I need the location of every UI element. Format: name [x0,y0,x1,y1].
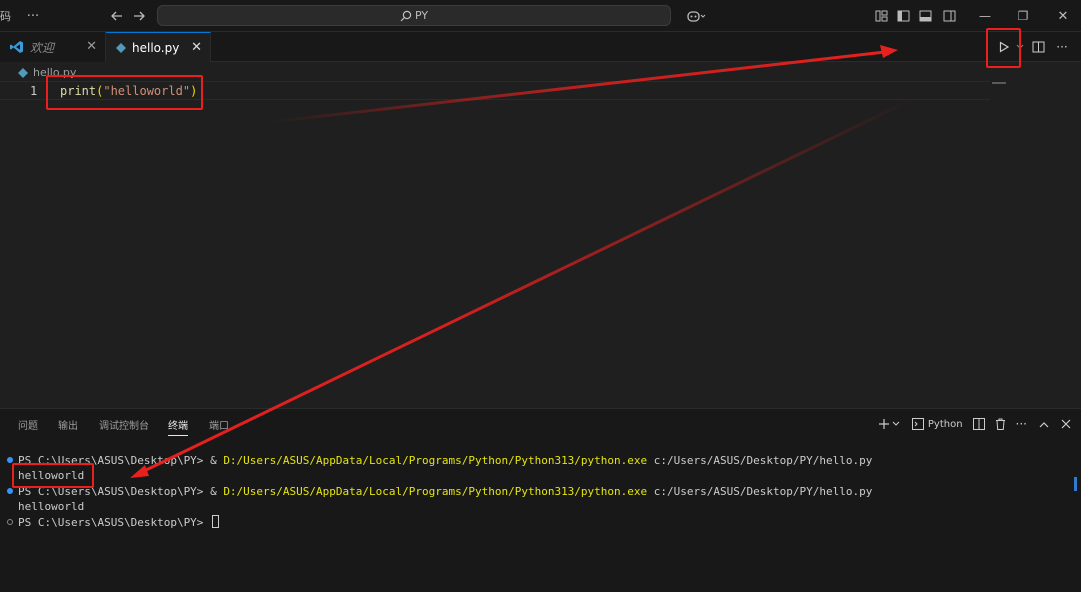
tab-welcome[interactable]: 欢迎 ✕ [0,32,106,62]
split-editor-icon [1032,41,1044,53]
code-paren-close: ) [190,84,198,98]
code-string: "helloworld" [103,84,191,98]
search-icon [400,10,412,21]
python-file-icon [18,67,28,78]
editor-more-button[interactable]: ··· [1051,36,1073,58]
terminal-arg: c:/Users/ASUS/Desktop/PY/hello.py [647,454,873,467]
split-terminal-icon[interactable] [972,418,985,430]
close-window-button[interactable]: ✕ [1052,0,1074,32]
toggle-secondary-sidebar-icon[interactable] [940,0,958,32]
line-number: 1 [30,84,38,98]
terminal-exe-path: D:/Users/ASUS/AppData/Local/Programs/Pyt… [223,454,648,467]
terminal-prompt: PS C:\Users\ASUS\Desktop\PY> [18,485,211,498]
run-python-file-button[interactable] [993,36,1015,58]
panel-more-button[interactable]: ··· [1016,417,1027,431]
copilot-icon[interactable] [682,0,710,32]
terminal-name[interactable]: Python [928,419,963,430]
vscode-logo-icon [10,41,23,53]
run-options-chevron-icon[interactable] [1015,36,1025,58]
terminal-arg: c:/Users/ASUS/Desktop/PY/hello.py [647,485,873,498]
terminal-prompt: PS C:\Users\ASUS\Desktop\PY> [18,454,211,467]
panel-tab-terminal[interactable]: 终端 [168,417,188,436]
trash-icon[interactable] [995,418,1006,430]
restore-button[interactable]: ❐ [1012,0,1034,32]
command-success-decoration[interactable] [7,488,13,494]
minimize-button[interactable]: — [974,0,996,32]
toggle-panel-icon[interactable] [916,0,934,32]
editor-area[interactable]: hello.py 1 print("helloworld") [0,62,1081,408]
terminal-line: PS C:\Users\ASUS\Desktop\PY> & D:/Users/… [18,453,872,468]
terminal-exe-path: D:/Users/ASUS/AppData/Local/Programs/Pyt… [223,485,648,498]
run-icon [999,41,1010,53]
layout-customize-icon[interactable] [872,0,890,32]
breadcrumb-file[interactable]: hello.py [33,66,76,79]
close-icon[interactable] [1061,419,1071,429]
app-fragment: 码 [0,10,11,23]
breadcrumb[interactable]: hello.py [18,66,76,79]
minimap[interactable] [992,82,1006,84]
editor-tab-bar: 欢迎 ✕ hello.py ✕ [0,32,1081,63]
terminal-operator: & [210,454,224,467]
add-terminal-icon[interactable] [878,418,890,430]
code-text[interactable]: print("helloworld") [60,84,197,98]
close-icon[interactable]: ✕ [86,39,97,54]
chevron-down-icon[interactable] [892,421,900,427]
toggle-sidebar-icon[interactable] [894,0,912,32]
panel-tab-problems[interactable]: 问题 [18,417,38,432]
python-file-icon [116,43,126,53]
maximize-chevron-up-icon[interactable] [1039,421,1049,428]
terminal-line: PS C:\Users\ASUS\Desktop\PY> & D:/Users/… [18,484,872,499]
code-line[interactable]: 1 print("helloworld") [0,81,990,100]
command-pending-decoration[interactable] [7,519,13,525]
bottom-panel: 问题 输出 调试控制台 终端 端口 Python ··· PS C:\Users… [0,408,1081,592]
tab-label: 欢迎 [30,40,55,55]
command-center-search[interactable]: PY [157,5,671,26]
title-bar: 码 ··· PY — ❐ ✕ [0,0,1081,32]
terminal-line: PS C:\Users\ASUS\Desktop\PY> [18,515,220,530]
close-icon[interactable]: ✕ [191,40,202,55]
terminal-output-line: helloworld [18,500,85,513]
split-editor-button[interactable] [1027,36,1049,58]
tab-label: hello.py [132,41,180,55]
terminal-output-line: helloworld [18,469,85,482]
terminal-icon[interactable] [911,418,924,430]
command-success-decoration[interactable] [7,457,13,463]
terminal-prompt: PS C:\Users\ASUS\Desktop\PY> [18,516,211,529]
tab-hello-py[interactable]: hello.py ✕ [106,32,211,63]
panel-actions: Python ··· [871,413,1071,435]
terminal-operator: & [210,485,224,498]
code-function: print [60,84,97,98]
panel-tab-debug-console[interactable]: 调试控制台 [99,417,149,432]
search-text: PY [414,9,429,22]
editor-actions: ··· [991,32,1073,62]
back-arrow-icon[interactable] [106,0,128,32]
panel-tab-ports[interactable]: 端口 [209,417,229,432]
forward-arrow-icon[interactable] [128,0,150,32]
terminal-cursor [212,515,220,528]
menu-more-button[interactable]: ··· [22,0,44,32]
terminal-scrollbar[interactable] [1074,477,1077,491]
panel-tab-output[interactable]: 输出 [58,417,78,432]
